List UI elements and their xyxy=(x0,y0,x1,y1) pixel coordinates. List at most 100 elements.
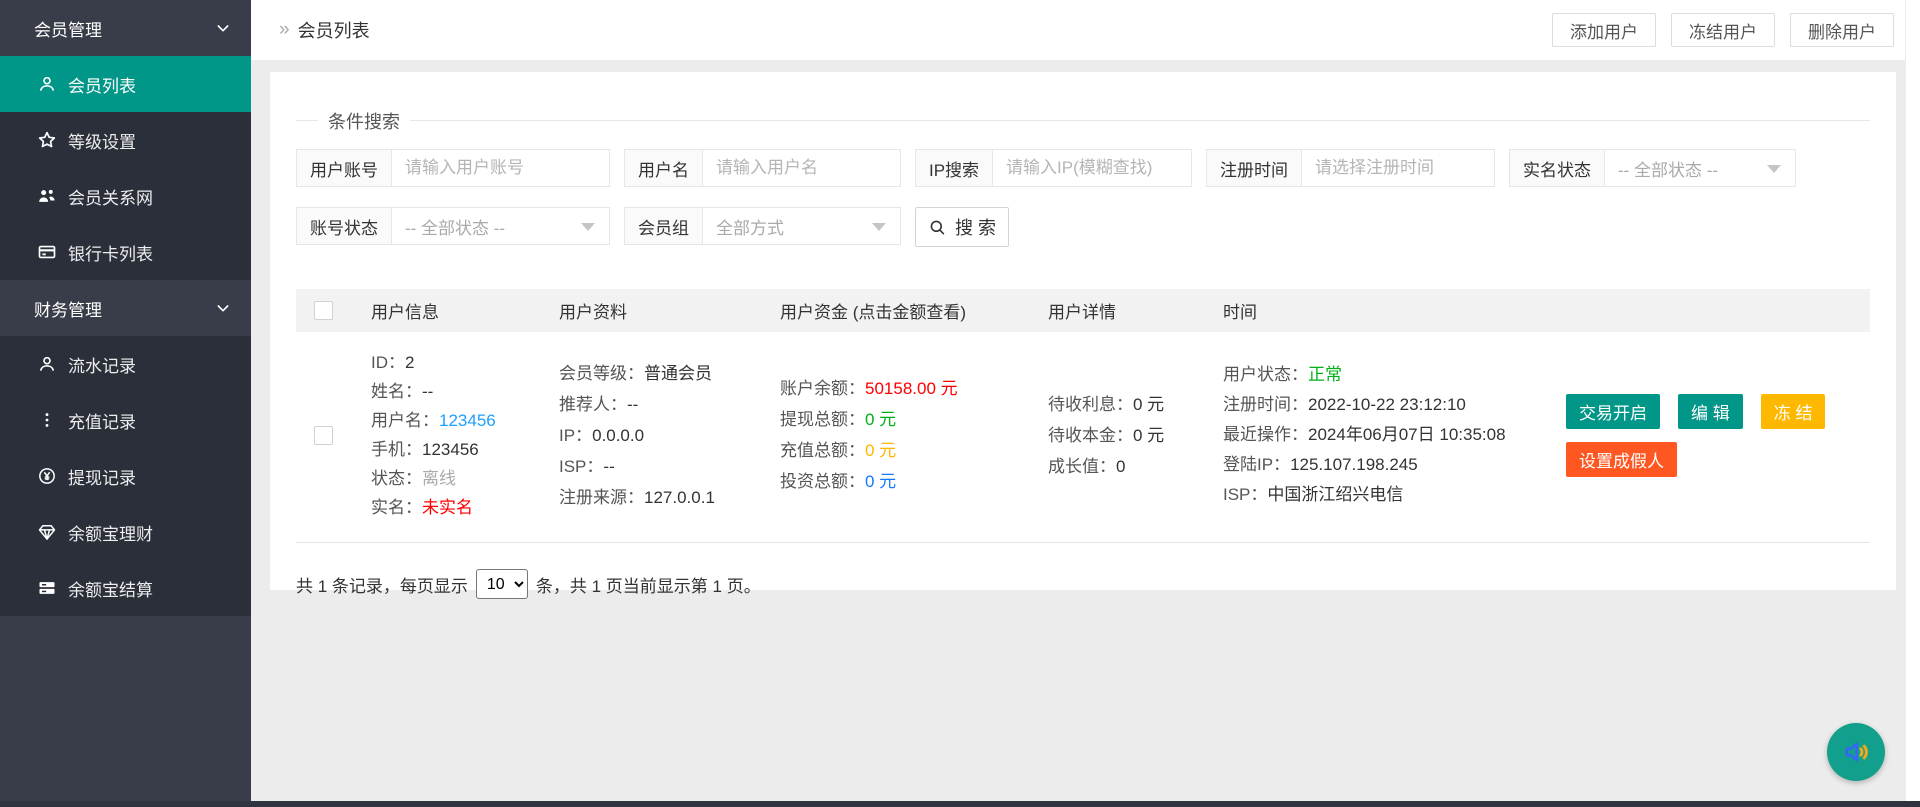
star-icon xyxy=(36,129,58,151)
sidebar-item-bank-card-list[interactable]: 银行卡列表 xyxy=(0,224,251,280)
page-size-select[interactable]: 10 xyxy=(475,569,528,599)
row-checkbox[interactable] xyxy=(314,425,333,445)
sidebar-group-label: 财务管理 xyxy=(34,300,102,320)
search-row-2: 账号状态 -- 全部状态 -- 会员组 全部方式 搜 索 xyxy=(296,207,1870,247)
realname-status-value: -- 全部状态 -- xyxy=(1618,160,1719,180)
withdraw-total-amount[interactable]: 0 元 xyxy=(865,410,896,429)
col-user-profile: 用户资料 xyxy=(559,303,627,322)
reg-time-input[interactable] xyxy=(1302,150,1494,186)
invest-total-amount[interactable]: 0 元 xyxy=(865,472,896,491)
volume-icon xyxy=(1840,736,1872,768)
username-link[interactable]: 123456 xyxy=(439,411,496,430)
member-group-select[interactable]: 全部方式 xyxy=(703,208,900,244)
sidebar-group-label: 会员管理 xyxy=(34,20,102,40)
field-label: 成长值： xyxy=(1048,456,1116,476)
members-table: 用户信息 用户资料 用户资金 (点击金额查看) 用户详情 时间 ID：2 姓名：… xyxy=(296,289,1870,543)
pagination-suffix: 条，共 1 页当前显示第 1 页。 xyxy=(535,576,761,596)
last-operation-value: 2024年06月07日 10:35:08 xyxy=(1308,425,1506,444)
sidebar-group-member-management[interactable]: 会员管理 xyxy=(0,0,251,56)
member-group-label: 会员组 xyxy=(625,208,703,244)
account-field-label: 用户账号 xyxy=(297,150,392,186)
caret-down-icon xyxy=(1767,165,1781,173)
sidebar-group-finance-management[interactable]: 财务管理 xyxy=(0,280,251,336)
search-button[interactable]: 搜 索 xyxy=(915,207,1009,247)
field-label: 最近操作： xyxy=(1223,425,1308,444)
delete-user-button[interactable]: 删除用户 xyxy=(1790,13,1894,47)
dots-icon xyxy=(36,409,58,431)
sidebar-item-member-network[interactable]: 会员关系网 xyxy=(0,168,251,224)
field-label: 用户名： xyxy=(371,411,439,430)
main-panel: 条件搜索 用户账号 用户名 IP搜索 注册时间 实名状态 -- 全部状态 xyxy=(270,72,1896,599)
field-label: 待收本金： xyxy=(1048,425,1133,445)
table-header: 用户信息 用户资料 用户资金 (点击金额查看) 用户详情 时间 xyxy=(296,289,1870,332)
online-status-value: 离线 xyxy=(422,469,456,488)
field-label: 会员等级： xyxy=(559,363,644,383)
field-label: 账户余额： xyxy=(780,379,865,398)
field-label: 注册来源： xyxy=(559,487,644,507)
sidebar-item-withdraw-records[interactable]: 提现记录 xyxy=(0,448,251,504)
sidebar-item-member-list[interactable]: 会员列表 xyxy=(0,56,251,112)
field-label: 投资总额： xyxy=(780,472,865,491)
balance-amount[interactable]: 50158.00 元 xyxy=(865,379,958,398)
freeze-button[interactable]: 冻 结 xyxy=(1760,393,1826,429)
field-label: 手机： xyxy=(371,440,422,459)
field-label: 注册时间： xyxy=(1223,395,1308,414)
freeze-user-button[interactable]: 冻结用户 xyxy=(1671,13,1775,47)
pending-interest-value: 0 元 xyxy=(1133,394,1165,414)
sidebar-group-member-items: 会员列表 等级设置 会员关系网 银行卡列表 xyxy=(0,56,251,280)
growth-value: 0 xyxy=(1116,456,1126,476)
search-row-1: 用户账号 用户名 IP搜索 注册时间 实名状态 -- 全部状态 -- xyxy=(296,149,1870,187)
col-time: 时间 xyxy=(1223,303,1257,322)
select-all-checkbox[interactable] xyxy=(314,301,333,320)
user-status-value: 正常 xyxy=(1308,365,1342,384)
member-level-value: 普通会员 xyxy=(644,363,712,383)
field-label: 用户状态： xyxy=(1223,365,1308,384)
ip-search-input[interactable] xyxy=(993,150,1191,186)
reg-time-value: 2022-10-22 23:12:10 xyxy=(1308,395,1466,414)
account-field-group: 用户账号 xyxy=(296,149,610,187)
cell-user-profile: 会员等级：普通会员 推荐人：-- IP：0.0.0.0 ISP：-- 注册来源：… xyxy=(559,358,780,513)
caret-down-icon xyxy=(872,223,886,231)
sidebar: 会员管理 会员列表 等级设置 会员关系网 银行卡列表 财务管理 流水记录 充值记… xyxy=(0,0,251,801)
sidebar-item-label: 等级设置 xyxy=(68,132,136,152)
user-icon xyxy=(36,73,58,95)
search-legend: 条件搜索 xyxy=(318,108,410,134)
sidebar-item-yuebao-settlement[interactable]: 余额宝结算 xyxy=(0,560,251,616)
account-status-label: 账号状态 xyxy=(297,208,392,244)
edit-button[interactable]: 编 辑 xyxy=(1678,393,1743,429)
cell-user-info: ID：2 姓名：-- 用户名：123456 手机：123456 状态：离线 实名… xyxy=(371,348,559,522)
ip-field-label: IP搜索 xyxy=(916,150,994,186)
account-status-field-group: 账号状态 -- 全部状态 -- xyxy=(296,207,610,245)
add-user-button[interactable]: 添加用户 xyxy=(1552,13,1656,47)
trade-open-button[interactable]: 交易开启 xyxy=(1566,393,1660,429)
sound-fab-button[interactable] xyxy=(1827,723,1885,781)
sidebar-item-recharge-records[interactable]: 充值记录 xyxy=(0,392,251,448)
users-icon xyxy=(36,185,58,207)
sidebar-item-yuebao-finance[interactable]: 余额宝理财 xyxy=(0,504,251,560)
sidebar-item-label: 会员关系网 xyxy=(68,188,153,208)
sidebar-item-level-settings[interactable]: 等级设置 xyxy=(0,112,251,168)
set-fake-button[interactable]: 设置成假人 xyxy=(1566,441,1677,477)
ip-field-group: IP搜索 xyxy=(915,149,1192,187)
bank-card-icon xyxy=(36,241,58,263)
pagination: 共 1 条记录，每页显示 10 条，共 1 页当前显示第 1 页。 xyxy=(296,569,1870,599)
sidebar-item-flow-records[interactable]: 流水记录 xyxy=(0,336,251,392)
account-status-select[interactable]: -- 全部状态 -- xyxy=(392,208,609,244)
realname-status-select[interactable]: -- 全部状态 -- xyxy=(1605,150,1795,186)
sidebar-item-label: 充值记录 xyxy=(68,412,136,432)
account-status-value: -- 全部状态 -- xyxy=(405,218,506,238)
cell-user-funds: 账户余额：50158.00 元 提现总额：0 元 充值总额：0 元 投资总额：0… xyxy=(780,373,1048,497)
username-field-group: 用户名 xyxy=(624,149,901,187)
chevron-down-icon xyxy=(215,300,231,316)
scrollbar-track[interactable] xyxy=(1905,0,1920,801)
recharge-total-amount[interactable]: 0 元 xyxy=(865,441,896,460)
member-group-field-group: 会员组 全部方式 xyxy=(624,207,901,245)
username-input[interactable] xyxy=(703,150,900,186)
field-label: 充值总额： xyxy=(780,441,865,460)
user-id-value: 2 xyxy=(405,353,415,372)
field-label: 提现总额： xyxy=(780,410,865,429)
field-label: 登陆IP： xyxy=(1223,455,1291,474)
realname-status-value: 未实名 xyxy=(422,498,473,517)
account-input[interactable] xyxy=(392,150,609,186)
login-ip-value: 125.107.198.245 xyxy=(1290,455,1418,474)
